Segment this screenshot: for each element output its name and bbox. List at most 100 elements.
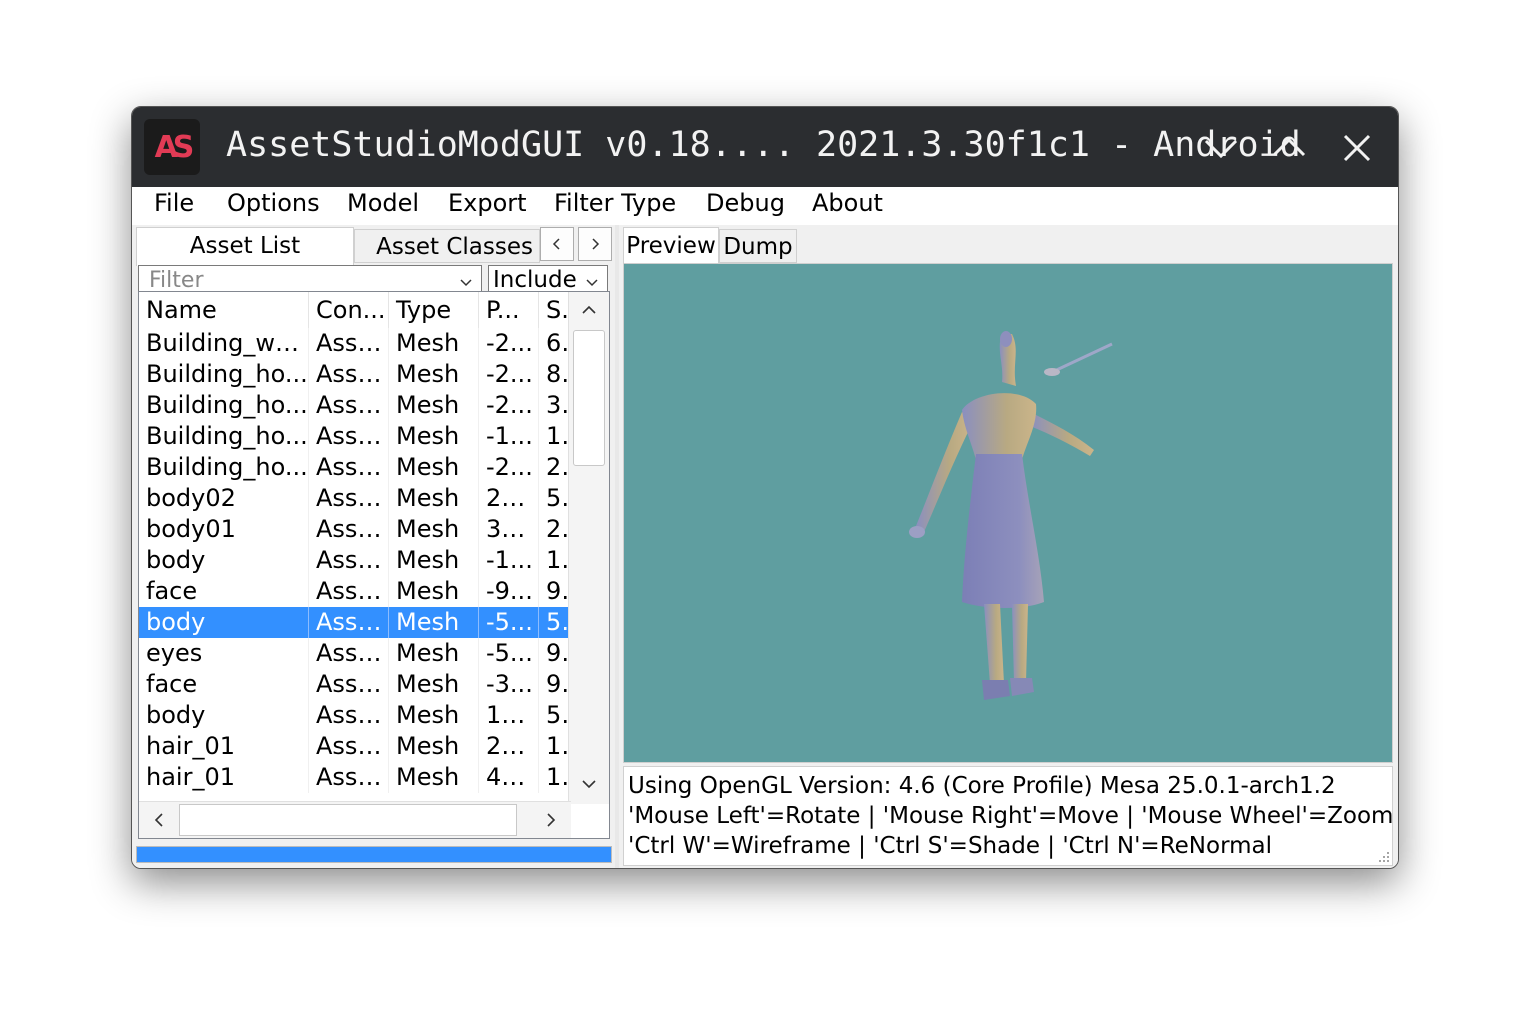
status-panel: Using OpenGL Version: 4.6 (Core Profile)…	[623, 766, 1393, 866]
scroll-right-button[interactable]	[533, 802, 569, 838]
table-row[interactable]: faceAsse...Mesh-9...9..	[139, 576, 571, 607]
table-row[interactable]: hair_01Asse...Mesh29...1..	[139, 731, 571, 762]
table-cell: Mesh	[389, 421, 479, 452]
vertical-scrollbar[interactable]	[568, 292, 609, 804]
chevron-left-icon	[154, 813, 163, 827]
table-cell: 9..	[539, 576, 571, 607]
table-cell: 38...	[479, 514, 539, 545]
table-cell: 29...	[479, 731, 539, 762]
horizontal-scrollbar[interactable]	[139, 801, 571, 838]
resize-grip-icon[interactable]	[1378, 851, 1390, 863]
app-logo-icon: AS	[144, 119, 200, 175]
status-opengl-version: Using OpenGL Version: 4.6 (Core Profile)…	[628, 773, 1336, 799]
tab-asset-classes[interactable]: Asset Classes	[354, 229, 540, 263]
table-row[interactable]: body02Asse...Mesh20...5..	[139, 483, 571, 514]
include-dropdown[interactable]: Include	[488, 265, 608, 291]
table-cell: Asse...	[309, 514, 389, 545]
table-cell: 3..	[539, 390, 571, 421]
table-cell: Asse...	[309, 483, 389, 514]
menu-file[interactable]: File	[154, 189, 194, 217]
table-cell: 8..	[539, 359, 571, 390]
column-header-container[interactable]: Con...	[309, 292, 389, 328]
maximize-button[interactable]	[1268, 127, 1310, 169]
table-row[interactable]: Building_wa...Asse...Mesh-2...6..	[139, 328, 571, 359]
column-header-pathid[interactable]: P...	[479, 292, 539, 328]
menu-model[interactable]: Model	[347, 189, 419, 217]
menu-filter-type[interactable]: Filter Type	[554, 189, 676, 217]
table-row[interactable]: body01Asse...Mesh38...2..	[139, 514, 571, 545]
menu-options[interactable]: Options	[227, 189, 320, 217]
column-header-type[interactable]: Type	[389, 292, 479, 328]
window-title: AssetStudioModGUI v0.18.... 2021.3.30f1c…	[226, 125, 1301, 165]
table-row[interactable]: hair_01Asse...Mesh46...1..	[139, 762, 571, 793]
table-cell: Mesh	[389, 731, 479, 762]
scroll-left-button[interactable]	[141, 802, 177, 838]
table-cell: hair_01	[139, 762, 309, 793]
filter-placeholder: Filter	[149, 268, 204, 291]
table-cell: Mesh	[389, 452, 479, 483]
table-cell: 1..	[539, 545, 571, 576]
table-cell: -5...	[479, 607, 539, 638]
tab-preview[interactable]: Preview	[623, 227, 719, 265]
tab-asset-list[interactable]: Asset List	[136, 227, 354, 266]
table-cell: Mesh	[389, 638, 479, 669]
menu-about[interactable]: About	[812, 189, 883, 217]
menu-debug[interactable]: Debug	[706, 189, 785, 217]
table-row[interactable]: faceAsse...Mesh-3...9..	[139, 669, 571, 700]
table-row[interactable]: bodyAsse...Mesh16...5..	[139, 700, 571, 731]
table-cell: 5..	[539, 607, 571, 638]
table-cell: Asse...	[309, 638, 389, 669]
chevron-down-icon	[586, 279, 598, 287]
table-cell: Asse...	[309, 576, 389, 607]
chevron-right-icon	[547, 813, 556, 827]
model-preview-viewport[interactable]	[623, 263, 1393, 763]
chevron-down-icon	[1204, 139, 1238, 159]
table-cell: -9...	[479, 576, 539, 607]
table-cell: Building_ho...	[139, 421, 309, 452]
right-panel: Preview Dump Using OpenGL Version: 4.6 (…	[619, 225, 1398, 868]
tab-scroll-right-button[interactable]	[578, 227, 612, 261]
chevron-up-icon	[582, 305, 596, 314]
table-cell: body01	[139, 514, 309, 545]
asset-list[interactable]: Name Con... Type P... S. Building_wa... A…	[138, 291, 610, 839]
app-window: AS AssetStudioModGUI v0.18.... 2021.3.30…	[131, 106, 1399, 869]
character-model-render	[909, 331, 1113, 700]
table-row[interactable]: Building_ho...Asse...Mesh-2...3..	[139, 390, 571, 421]
include-label: Include	[493, 267, 577, 291]
table-cell: -2...	[479, 452, 539, 483]
horizontal-scroll-thumb[interactable]	[179, 804, 517, 836]
scroll-up-button[interactable]	[569, 292, 609, 328]
table-cell: 6..	[539, 328, 571, 359]
tab-scroll-left-button[interactable]	[540, 227, 574, 261]
table-cell: Asse...	[309, 452, 389, 483]
table-row[interactable]: Building_ho...Asse...Mesh-1...1..	[139, 421, 571, 452]
menu-bar: File Options Model Export Filter Type De…	[132, 187, 1398, 225]
table-row[interactable]: eyesAsse...Mesh-5...9..	[139, 638, 571, 669]
scroll-down-button[interactable]	[569, 766, 609, 802]
table-cell: Mesh	[389, 545, 479, 576]
filter-input[interactable]: Filter	[138, 265, 482, 291]
table-cell: Mesh	[389, 328, 479, 359]
tab-dump[interactable]: Dump	[719, 229, 797, 263]
table-cell: -2...	[479, 390, 539, 421]
table-cell: face	[139, 576, 309, 607]
table-cell: hair_01	[139, 731, 309, 762]
table-cell: -3...	[479, 669, 539, 700]
table-row[interactable]: Building_ho...Asse...Mesh-2...2..	[139, 452, 571, 483]
table-cell: -1...	[479, 421, 539, 452]
column-header-size[interactable]: S.	[539, 292, 571, 328]
vertical-scroll-thumb[interactable]	[573, 330, 605, 466]
chevron-down-icon	[460, 279, 472, 287]
close-button[interactable]	[1336, 127, 1378, 169]
table-row[interactable]: bodyAsse...Mesh-1...1..	[139, 545, 571, 576]
table-row[interactable]: bodyAsse...Mesh-5...5..	[139, 607, 571, 638]
minimize-button[interactable]	[1200, 127, 1242, 169]
table-cell: -2...	[479, 359, 539, 390]
table-cell: Asse...	[309, 359, 389, 390]
title-bar[interactable]: AS AssetStudioModGUI v0.18.... 2021.3.30…	[132, 107, 1398, 187]
table-cell: 46...	[479, 762, 539, 793]
table-row[interactable]: Building_ho...Asse...Mesh-2...8..	[139, 359, 571, 390]
column-header-name[interactable]: Name	[139, 292, 309, 328]
menu-export[interactable]: Export	[448, 189, 527, 217]
table-cell: Mesh	[389, 514, 479, 545]
